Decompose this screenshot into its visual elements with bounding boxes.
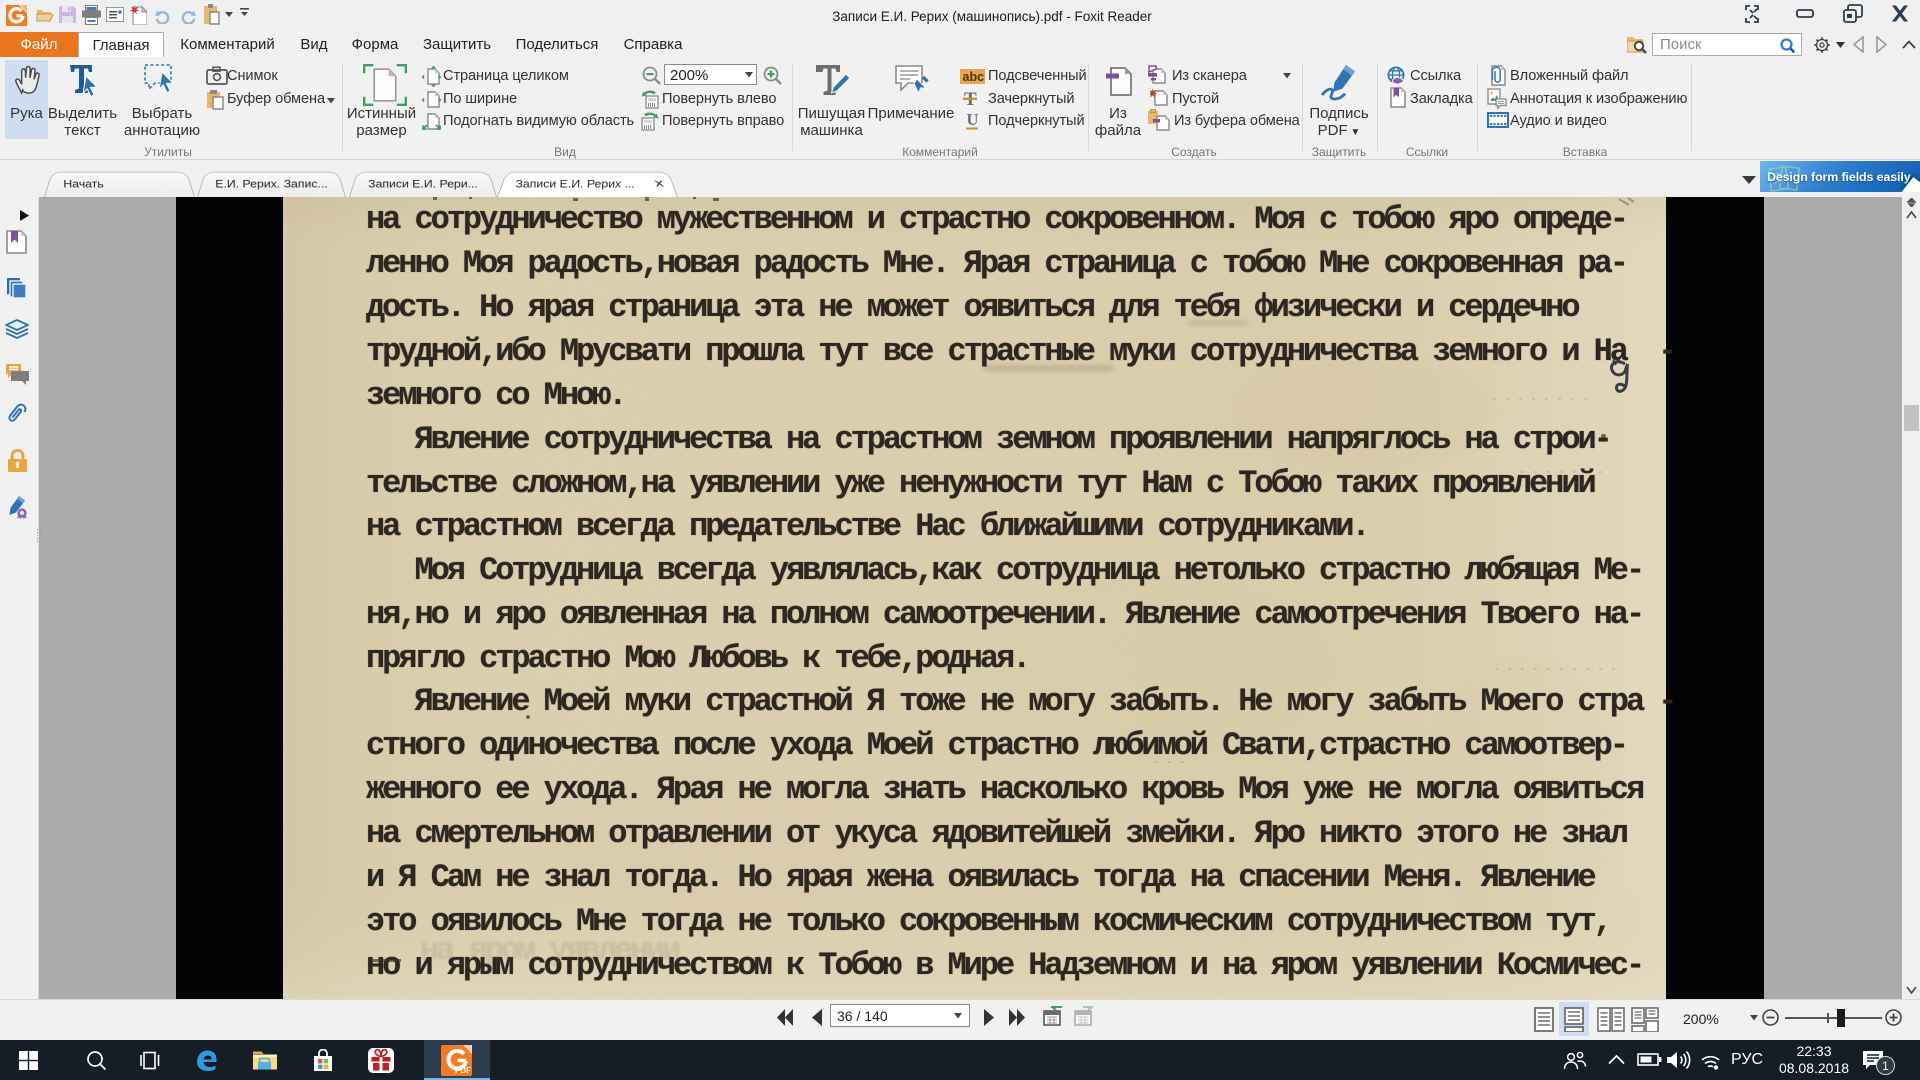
svg-text:abc: abc <box>963 70 985 84</box>
svg-text:U: U <box>967 111 979 129</box>
